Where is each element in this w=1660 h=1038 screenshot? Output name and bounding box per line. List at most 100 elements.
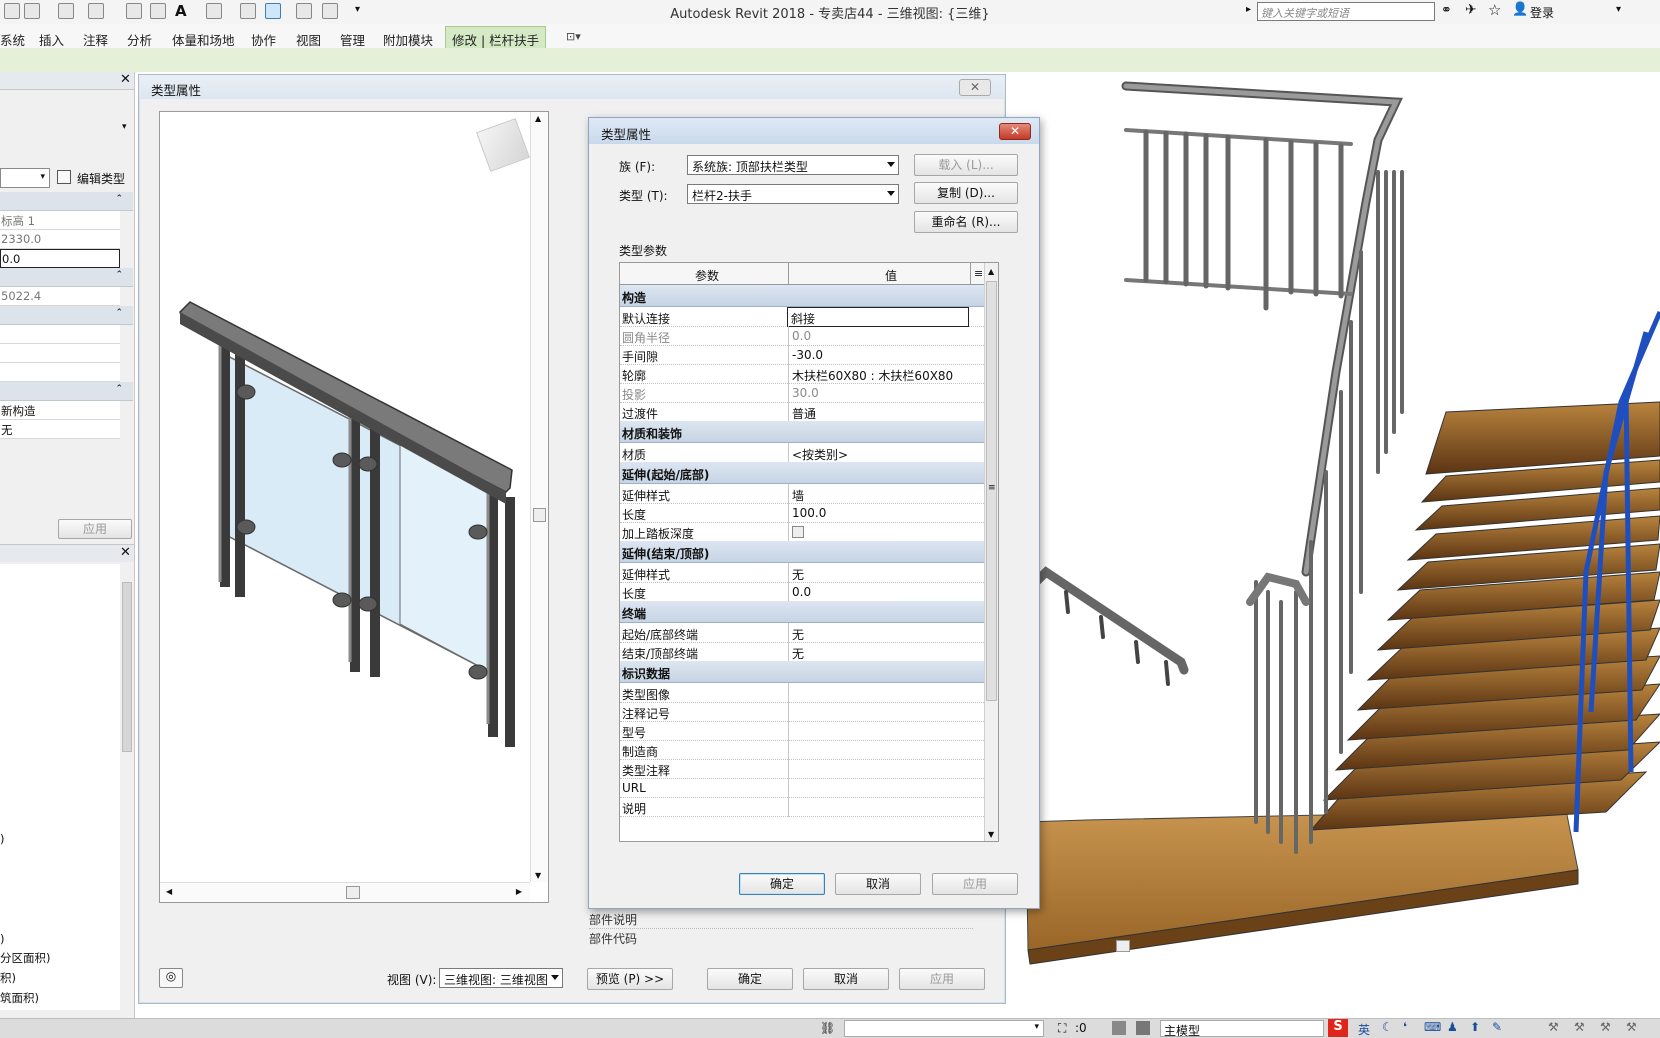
grid-scrollbar[interactable]: ▲ ≡ ▼	[984, 263, 998, 841]
param-value[interactable]: 0.0	[792, 329, 811, 343]
status-icon[interactable]: ⚒	[1626, 1020, 1637, 1034]
param-value[interactable]: <按类别>	[792, 446, 848, 463]
design-options-icon[interactable]	[1112, 1021, 1126, 1035]
param-value[interactable]: 墙	[792, 487, 804, 504]
param-row[interactable]: 注释记号	[620, 702, 998, 722]
param-value[interactable]: 100.0	[792, 506, 826, 520]
filter-icon[interactable]	[1136, 1021, 1150, 1035]
prop-value[interactable]: 无	[0, 420, 120, 439]
prop-value[interactable]: 2330.0	[0, 230, 120, 249]
section-header[interactable]: 延伸(结束/顶部)⌃	[620, 541, 998, 563]
user-icon[interactable]: 👤	[1512, 2, 1528, 17]
browser-item[interactable]: 分区面积)	[0, 950, 51, 966]
param-row[interactable]: 制造商	[620, 740, 998, 760]
close-icon[interactable]: ✕	[120, 72, 131, 87]
param-row[interactable]: 长度 100.0	[620, 503, 998, 523]
ribbon-options-icon[interactable]: ⊡▾	[566, 30, 581, 43]
ime-shirt-icon[interactable]: ⬆	[1470, 1020, 1480, 1034]
param-row[interactable]: 过渡件 普通	[620, 402, 998, 422]
ime-language[interactable]: 英	[1358, 1021, 1370, 1038]
chevron-down-icon[interactable]: ▾	[122, 122, 127, 132]
prop-value[interactable]: 5022.4	[0, 287, 120, 306]
param-value[interactable]: 无	[792, 645, 804, 662]
param-value[interactable]: 无	[792, 566, 804, 583]
param-row[interactable]: 手间隙 -30.0	[620, 345, 998, 365]
preview-vscroll[interactable]: ▲ ▼	[530, 112, 548, 882]
ime-punct-icon[interactable]: ❛	[1403, 1020, 1407, 1034]
param-row[interactable]: 结束/顶部终端 无	[620, 642, 998, 662]
chevron-right-icon[interactable]: ▸	[1246, 4, 1251, 15]
minimize-icon[interactable]: ▾	[1616, 4, 1621, 15]
ok-button[interactable]: 确定	[707, 968, 793, 990]
browser-item[interactable]: )	[0, 832, 5, 846]
param-row[interactable]: 起始/底部终端 无	[620, 623, 998, 643]
close-button[interactable]: ✕	[999, 123, 1031, 140]
apply-button[interactable]: 应用	[932, 873, 1018, 895]
subscription-icon[interactable]: ✈	[1465, 2, 1477, 18]
preview-area[interactable]: ▲ ▼ ◀ ▶	[159, 111, 549, 903]
ime-keyboard-icon[interactable]: ⌨	[1424, 1020, 1441, 1034]
cancel-button[interactable]: 取消	[835, 873, 921, 895]
param-row[interactable]: 说明	[620, 797, 998, 817]
param-row[interactable]: 加上踏板深度	[620, 522, 998, 542]
cancel-button[interactable]: 取消	[803, 968, 889, 990]
preview-settings-icon[interactable]: ◎	[159, 968, 183, 988]
status-icon[interactable]: ⚒	[1548, 1020, 1559, 1034]
param-value[interactable]: 斜接	[787, 307, 969, 327]
ime-user-icon[interactable]: ♟	[1447, 1020, 1458, 1034]
param-value[interactable]: 普通	[792, 405, 816, 422]
apply-button[interactable]: 应用	[899, 968, 985, 990]
tab-addins[interactable]: 附加模块	[383, 30, 433, 49]
param-row[interactable]: 类型注释	[620, 759, 998, 779]
section-header[interactable]: ⌃	[0, 306, 133, 325]
browser-item[interactable]: )	[0, 932, 5, 946]
section-header[interactable]: 标识数据⌃	[620, 661, 998, 683]
param-row[interactable]: 长度 0.0	[620, 582, 998, 602]
param-row[interactable]: 默认连接 斜接	[620, 307, 998, 327]
tab-insert[interactable]: 插入	[39, 30, 64, 49]
load-button[interactable]: 载入 (L)...	[914, 154, 1018, 176]
section-header[interactable]: 终端⌃	[620, 601, 998, 623]
browser-item[interactable]: 积)	[0, 970, 16, 986]
preview-button[interactable]: 预览 (P) >>	[587, 968, 673, 990]
param-column-header[interactable]: 参数	[695, 267, 719, 284]
browser-scrollbar[interactable]	[120, 564, 134, 1010]
ime-logo-icon[interactable]: S	[1328, 1019, 1348, 1037]
tab-view[interactable]: 视图	[296, 30, 321, 49]
tab-massing-site[interactable]: 体量和场地	[172, 30, 235, 49]
section-header[interactable]: ⌃	[0, 268, 133, 287]
scroll-thumb[interactable]	[1116, 940, 1130, 952]
apply-button[interactable]: 应用	[58, 519, 132, 539]
section-header[interactable]: ⌃	[0, 192, 133, 211]
star-icon[interactable]: ☆	[1488, 1, 1501, 19]
param-value[interactable]: -30.0	[792, 348, 823, 362]
view-select[interactable]: 三维视图: 三维视图	[439, 968, 563, 988]
tab-modify-railing[interactable]: 修改 | 栏杆扶手	[445, 26, 547, 48]
param-row[interactable]: URL	[620, 778, 998, 798]
worksets-icon[interactable]: ⛓	[820, 1021, 835, 1035]
family-select[interactable]: 系统族: 顶部扶栏类型	[687, 155, 899, 175]
tab-manage[interactable]: 管理	[340, 30, 365, 49]
model-select[interactable]: 主模型	[1160, 1020, 1324, 1038]
prop-row[interactable]	[0, 363, 120, 382]
param-row[interactable]: 轮廓 木扶栏60X80 : 木扶栏60X80	[620, 364, 998, 384]
type-select[interactable]: 栏杆2-扶手	[687, 184, 899, 204]
tab-collaborate[interactable]: 协作	[251, 30, 276, 49]
binoculars-icon[interactable]: ⚭	[1441, 3, 1452, 18]
3d-view-canvas[interactable]	[1006, 72, 1660, 992]
param-value[interactable]: 0.0	[792, 585, 811, 599]
edit-type-icon[interactable]	[57, 170, 71, 184]
param-row[interactable]: 材质 <按类别>	[620, 443, 998, 463]
column-menu-icon[interactable]: ≡	[974, 267, 983, 280]
ok-button[interactable]: 确定	[739, 873, 825, 895]
param-row[interactable]: 延伸样式 墙	[620, 484, 998, 504]
section-header[interactable]: ⌃	[0, 382, 133, 401]
edit-type-button[interactable]: 编辑类型	[77, 170, 125, 187]
param-row[interactable]: 投影 30.0	[620, 383, 998, 403]
ime-moon-icon[interactable]: ☾	[1382, 1020, 1393, 1034]
tab-annotate[interactable]: 注释	[83, 30, 108, 49]
selection-icon[interactable]: ⛶	[1058, 1021, 1066, 1036]
type-selector[interactable]: ▾	[0, 168, 50, 188]
prop-value[interactable]: 新构造	[0, 401, 120, 420]
param-row[interactable]: 延伸样式 无	[620, 563, 998, 583]
